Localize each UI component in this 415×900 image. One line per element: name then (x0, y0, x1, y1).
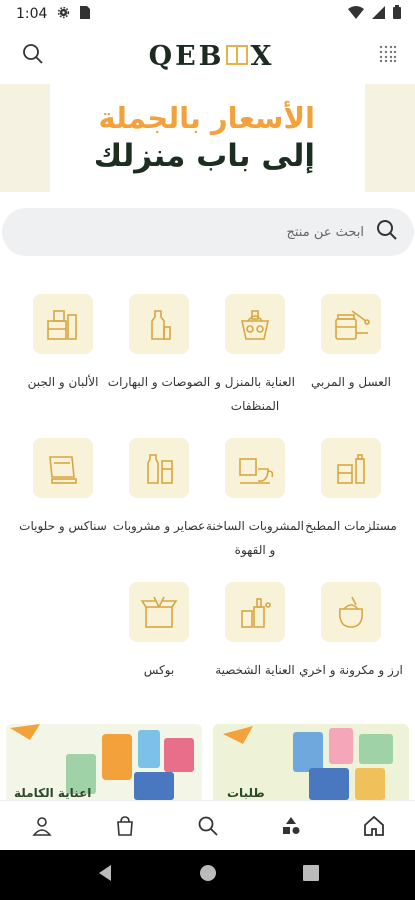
category-personal-care[interactable]: العناية الشخصية (207, 582, 303, 682)
profile-icon[interactable] (20, 804, 64, 848)
promo-card-full-care[interactable]: اعناية الكاملة (6, 724, 202, 804)
logo-box-icon (226, 45, 249, 65)
logo-text: QEB (148, 40, 225, 72)
category-tile (129, 294, 189, 354)
app-logo: QEB X (149, 41, 275, 72)
categories-icon[interactable] (269, 804, 313, 848)
category-hot-drinks[interactable]: المشروبات الساخنة و القهوة (206, 438, 304, 562)
category-juices[interactable]: عصاير و مشروبات (111, 438, 207, 538)
category-snacks[interactable]: سناكس و حلويات (15, 438, 111, 538)
category-label: العسل و المربي (311, 375, 391, 389)
app-header: QEB X (0, 28, 415, 84)
category-label: سناكس و حلويات (19, 519, 107, 533)
category-honey[interactable]: العسل و المربي (303, 294, 399, 394)
home-button-icon[interactable] (199, 864, 217, 886)
category-tile (225, 582, 285, 642)
snacks-icon (49, 456, 77, 484)
honey-jar-icon (335, 310, 370, 340)
category-tile (225, 294, 285, 354)
category-tile (321, 294, 381, 354)
battery-icon (393, 5, 401, 23)
category-label: الصوصات و البهارات (107, 375, 211, 389)
coffee-cup-icon (239, 458, 274, 484)
menu-grid-icon[interactable] (379, 45, 397, 67)
category-label: العناية بالمنزل و المنظفات (215, 375, 295, 413)
promo-caption: اعناية الكاملة (14, 786, 92, 800)
category-home-care[interactable]: العناية بالمنزل و المنظفات (207, 294, 303, 418)
juice-icon (147, 454, 173, 484)
rice-sack-icon (338, 596, 364, 628)
box-icon (140, 596, 178, 628)
status-time: 1:04 (16, 6, 48, 22)
category-label: المشروبات الساخنة و القهوة (206, 519, 304, 557)
cleaning-icon (241, 310, 269, 340)
category-label: عصاير و مشروبات (112, 519, 206, 533)
category-tile (321, 582, 381, 642)
search-input[interactable]: ابحث عن منتج (2, 208, 414, 256)
back-icon[interactable] (97, 864, 113, 886)
banner-subline: إلى باب منزلك (93, 138, 315, 174)
category-box[interactable]: بوكس (111, 582, 207, 682)
status-bar: 1:04 (0, 0, 415, 28)
recents-icon[interactable] (302, 865, 319, 885)
logo-text-end: X (250, 40, 275, 72)
category-label: العناية الشخصية (215, 663, 295, 677)
promo-caption: طلبات (227, 786, 265, 800)
dairy-icon (47, 310, 77, 340)
category-tile (225, 438, 285, 498)
wifi-icon (348, 5, 364, 23)
search-nav-icon[interactable] (186, 804, 230, 848)
banner-content: الأسعار بالجملة إلى باب منزلك (50, 84, 365, 192)
banner-headline: الأسعار بالجملة (98, 101, 315, 135)
search-icon[interactable] (22, 43, 44, 69)
category-tile (129, 582, 189, 642)
bottom-nav (0, 800, 415, 850)
home-icon[interactable] (352, 804, 396, 848)
promo-card-requests[interactable]: طلبات (213, 724, 409, 804)
sauce-bottle-icon (151, 310, 171, 340)
category-tile (33, 438, 93, 498)
settings-status-icon (57, 6, 70, 23)
category-tile (321, 438, 381, 498)
signal-icon (372, 5, 385, 23)
category-rice-pasta[interactable]: ارز و مكرونة و اخري (299, 582, 403, 682)
search-placeholder: ابحث عن منتج (286, 224, 364, 240)
category-tile (129, 438, 189, 498)
category-label: الألبان و الجبن (27, 375, 99, 389)
category-dairy[interactable]: الألبان و الجبن (15, 294, 111, 394)
category-sauces[interactable]: الصوصات و البهارات (108, 294, 210, 394)
category-label: ارز و مكرونة و اخري (299, 663, 403, 677)
category-tile (33, 294, 93, 354)
cart-icon[interactable] (103, 804, 147, 848)
system-nav-bar (0, 850, 415, 900)
sim-status-icon (80, 5, 91, 23)
category-label: بوكس (143, 663, 175, 677)
search-field-icon (376, 219, 398, 245)
kitchen-supplies-icon (337, 454, 365, 484)
promo-banner[interactable]: الأسعار بالجملة إلى باب منزلك (0, 84, 415, 192)
category-label: مستلزمات المطبخ (305, 519, 397, 533)
personal-care-icon (241, 598, 271, 628)
category-kitchen[interactable]: مستلزمات المطبخ (303, 438, 399, 538)
